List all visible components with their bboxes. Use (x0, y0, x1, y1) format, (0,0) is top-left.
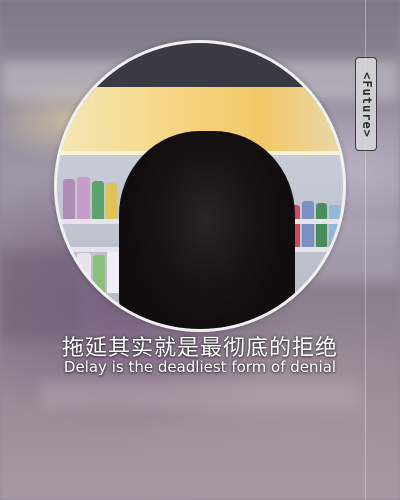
photo-bottle (316, 203, 327, 247)
caption-english: Delay is the deadliest form of denial (63, 358, 337, 376)
photo-bottle (302, 201, 314, 247)
future-tag-label: <Future> (360, 72, 374, 138)
photo-bottle (106, 183, 117, 219)
photo-bottle (92, 181, 104, 219)
future-tag: <Future> (355, 57, 377, 151)
background-blur-band (40, 380, 360, 410)
photo-bottle (107, 251, 119, 293)
photo-hair (119, 131, 295, 329)
background-blur-band (0, 250, 80, 340)
photo-bottle (77, 177, 90, 219)
photo-bottle (329, 205, 341, 247)
photo-bottle (93, 255, 105, 293)
photo-bottle (77, 253, 91, 293)
photo-bottle (63, 179, 75, 219)
circular-photo (54, 40, 346, 332)
